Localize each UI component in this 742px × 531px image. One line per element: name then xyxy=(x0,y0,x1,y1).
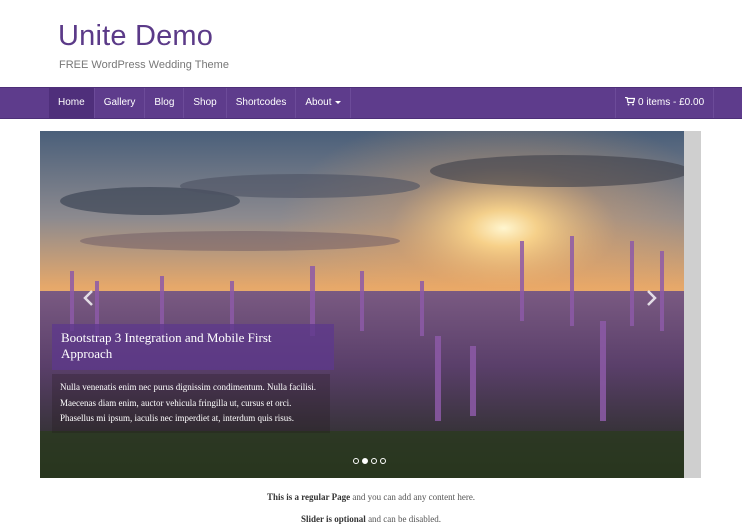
main-navbar: Home Gallery Blog Shop Shortcodes About … xyxy=(0,87,742,119)
site-description: FREE WordPress Wedding Theme xyxy=(59,59,229,71)
content-bold-2: Slider is optional xyxy=(300,514,366,524)
cart-link[interactable]: 0 items - £0.00 xyxy=(615,88,715,118)
nav-item-home[interactable]: Home xyxy=(49,88,95,118)
cart-icon xyxy=(625,96,636,106)
chevron-left-icon[interactable] xyxy=(82,289,94,307)
nav-menu: Home Gallery Blog Shop Shortcodes About xyxy=(49,88,352,118)
content-bold-1: This is a regular Page xyxy=(266,492,351,502)
slider-dot-3[interactable] xyxy=(371,458,377,464)
caret-down-icon xyxy=(335,100,342,104)
cart-summary: 0 items - £0.00 xyxy=(638,97,705,108)
hero-slider[interactable]: Bootstrap 3 Integration and Mobile First… xyxy=(40,131,684,478)
content-text-1: and you can add any content here. xyxy=(350,492,476,502)
site-title[interactable]: Unite Demo xyxy=(58,20,213,53)
nav-item-blog[interactable]: Blog xyxy=(145,88,185,118)
slider-indicators xyxy=(353,458,386,464)
nav-item-about[interactable]: About xyxy=(296,88,352,118)
slider-dot-1[interactable] xyxy=(353,458,359,464)
content-paragraph-2: Slider is optional and can be disabled. xyxy=(0,514,742,524)
chevron-right-icon[interactable] xyxy=(646,289,658,307)
slide-caption-title: Bootstrap 3 Integration and Mobile First… xyxy=(52,324,334,370)
nav-item-gallery[interactable]: Gallery xyxy=(95,88,146,118)
nav-item-shop[interactable]: Shop xyxy=(184,88,227,118)
nav-item-shortcodes[interactable]: Shortcodes xyxy=(227,88,297,118)
content-text-2: and can be disabled. xyxy=(365,514,442,524)
slide-caption-text: Nulla venenatis enim nec purus dignissim… xyxy=(52,374,330,433)
slider-dot-4[interactable] xyxy=(380,458,386,464)
slider-dot-2[interactable] xyxy=(362,458,368,464)
content-paragraph-1: This is a regular Page and you can add a… xyxy=(0,492,742,502)
nav-item-about-label: About xyxy=(305,97,332,108)
slider-side-strip xyxy=(684,131,701,478)
